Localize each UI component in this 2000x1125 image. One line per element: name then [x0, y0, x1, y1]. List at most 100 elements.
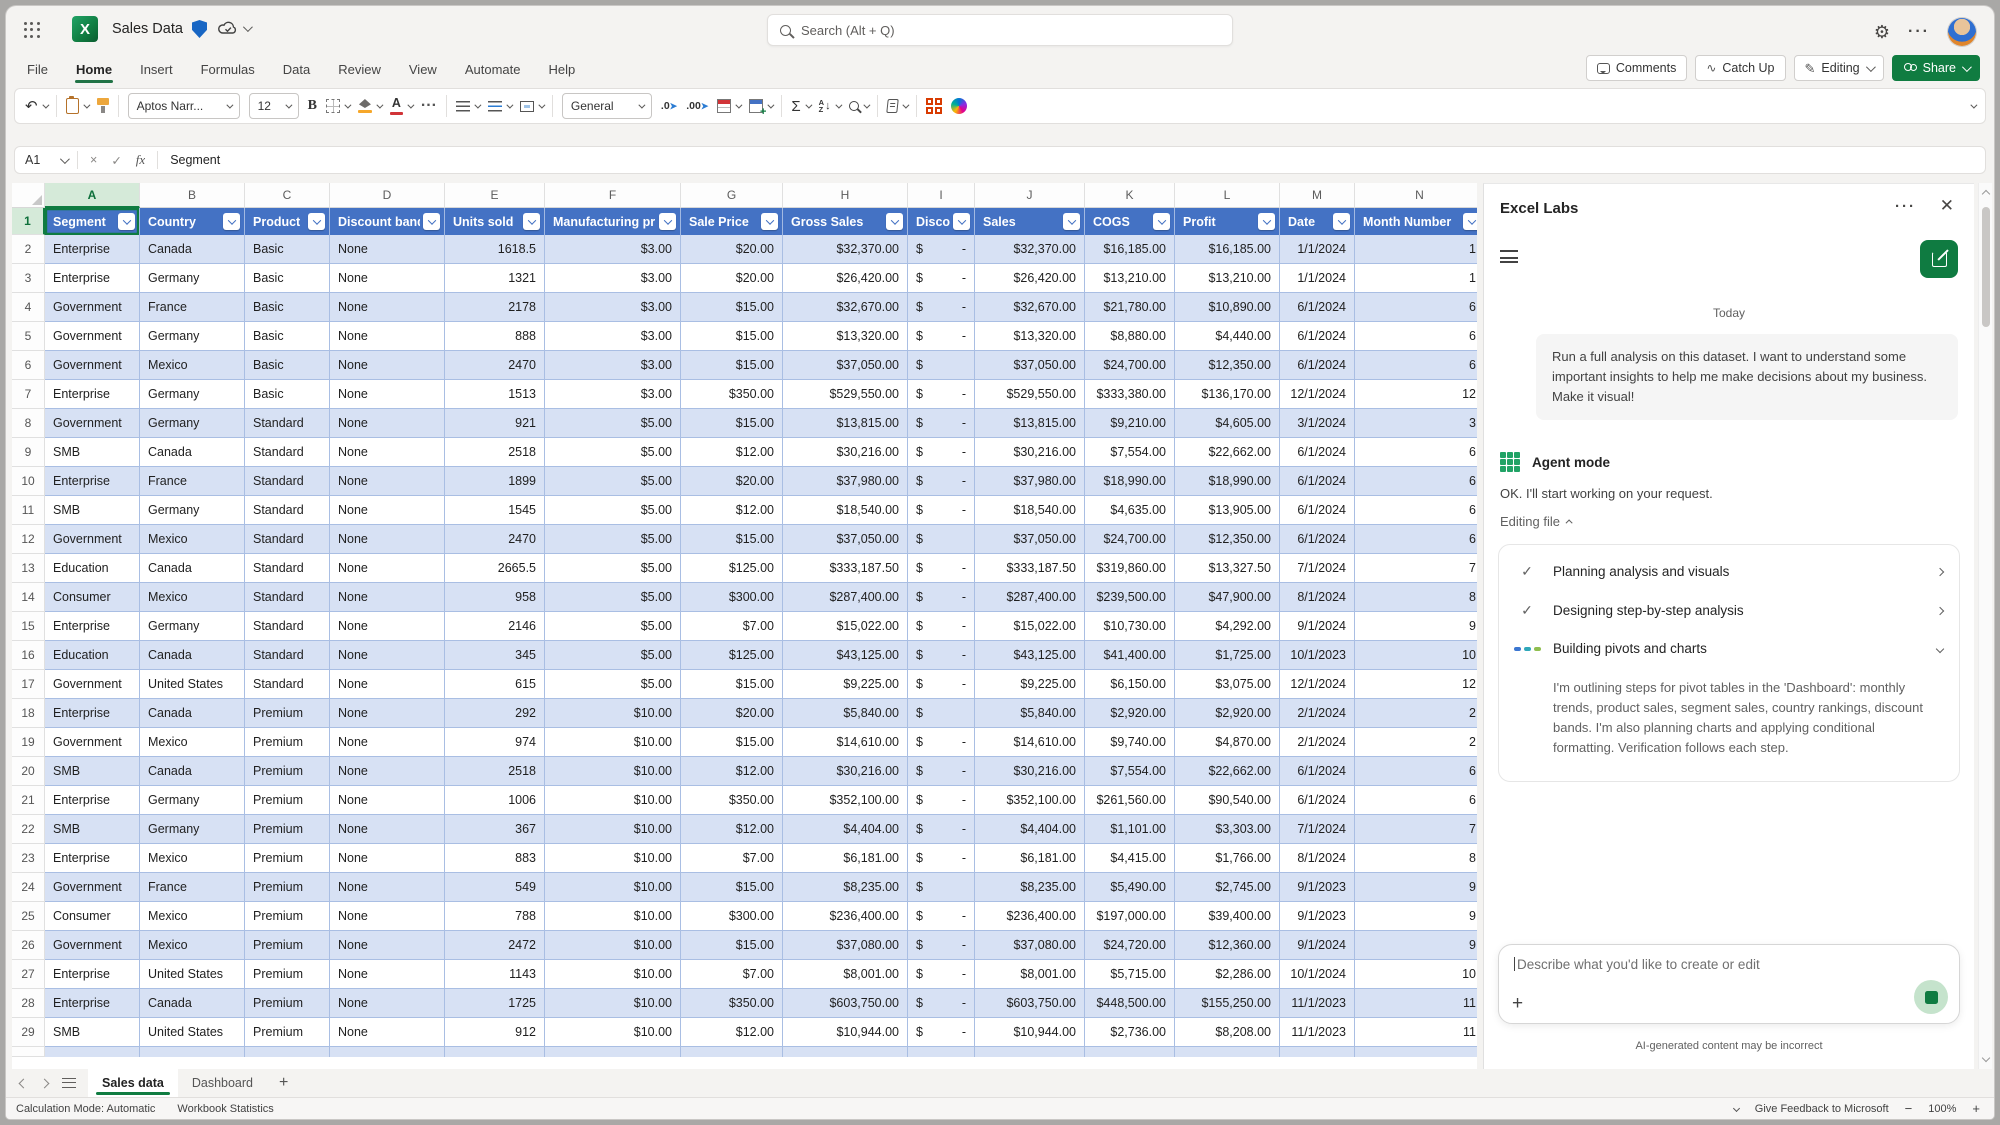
row-header-24[interactable]: 24	[12, 873, 45, 902]
table-cell[interactable]: 974	[445, 728, 545, 757]
table-cell[interactable]: Mexico	[140, 844, 245, 873]
user-avatar[interactable]	[1948, 18, 1976, 46]
table-cell[interactable]: 6/1/2024	[1280, 438, 1355, 467]
row-header-19[interactable]: 19	[12, 728, 45, 757]
table-cell[interactable]: 1725	[445, 989, 545, 1018]
table-cell[interactable]: $ -	[908, 960, 975, 989]
ribbon-tab-insert[interactable]: Insert	[139, 58, 174, 81]
table-cell[interactable]: $3.00	[545, 264, 681, 293]
table-cell[interactable]: 2/1/2024	[1280, 728, 1355, 757]
table-cell[interactable]: None	[330, 235, 445, 264]
table-cell[interactable]: $1,101.00	[1085, 815, 1175, 844]
table-cell[interactable]: 9	[1355, 612, 1477, 641]
table-cell[interactable]: $4,415.00	[1085, 844, 1175, 873]
table-cell[interactable]: $12.00	[681, 438, 783, 467]
table-cell[interactable]: $20.00	[681, 467, 783, 496]
table-cell[interactable]: $32,370.00	[783, 235, 908, 264]
column-header-H[interactable]: H	[783, 183, 908, 208]
table-cell[interactable]: $ -	[908, 815, 975, 844]
table-cell[interactable]: $ -	[908, 264, 975, 293]
table-cell[interactable]: Enterprise	[45, 612, 140, 641]
table-cell[interactable]: 11	[1355, 1018, 1477, 1047]
table-cell[interactable]: 2472	[445, 931, 545, 960]
next-sheet-icon[interactable]	[39, 1078, 50, 1088]
table-cell[interactable]: $26,420.00	[783, 264, 908, 293]
ribbon-tab-automate[interactable]: Automate	[464, 58, 522, 81]
font-size-select[interactable]: 12	[248, 93, 299, 119]
feedback-link[interactable]: Give Feedback to Microsoft	[1755, 1103, 1889, 1115]
table-cell[interactable]: Germany	[140, 409, 245, 438]
table-cell[interactable]: None	[330, 757, 445, 786]
column-header-C[interactable]: C	[245, 183, 330, 208]
table-cell[interactable]: 7/1/2024	[1280, 815, 1355, 844]
table-cell[interactable]: $12.00	[681, 1018, 783, 1047]
table-cell[interactable]: None	[330, 786, 445, 815]
table-cell[interactable]: $5.00	[545, 641, 681, 670]
table-cell[interactable]: 12/1/2024	[1280, 380, 1355, 409]
table-cell[interactable]: $30,216.00	[975, 438, 1085, 467]
table-cell[interactable]: $529,550.00	[783, 380, 908, 409]
table-cell[interactable]: $529,550.00	[975, 380, 1085, 409]
table-cell[interactable]: None	[330, 409, 445, 438]
sensitivity-button[interactable]	[885, 99, 910, 113]
table-cell[interactable]: $7,554.00	[1085, 438, 1175, 467]
table-cell[interactable]: Education	[45, 641, 140, 670]
table-cell[interactable]: $5.00	[545, 583, 681, 612]
column-header-F[interactable]: F	[545, 183, 681, 208]
table-cell[interactable]: $10.00	[545, 989, 681, 1018]
table-cell[interactable]: Premium	[245, 815, 330, 844]
find-button[interactable]	[848, 101, 871, 111]
table-cell[interactable]: $15.00	[681, 322, 783, 351]
table-cell[interactable]: $10,890.00	[1175, 293, 1280, 322]
table-cell[interactable]: $10.00	[545, 757, 681, 786]
table-cell[interactable]: $12,360.00	[1175, 931, 1280, 960]
table-cell[interactable]: Government	[45, 322, 140, 351]
table-cell[interactable]: $2,745.00	[1175, 873, 1280, 902]
table-cell[interactable]: $90,540.00	[1175, 786, 1280, 815]
row-header-13[interactable]: 13	[12, 554, 45, 583]
table-cell[interactable]: $8,235.00	[783, 873, 908, 902]
table-cell[interactable]: $32,670.00	[783, 293, 908, 322]
table-cell[interactable]: Enterprise	[45, 786, 140, 815]
table-cell[interactable]: $14,610.00	[975, 728, 1085, 757]
filter-dropdown-icon[interactable]	[1258, 213, 1275, 230]
table-cell[interactable]: None	[330, 525, 445, 554]
row-header-16[interactable]: 16	[12, 641, 45, 670]
confirm-entry-button[interactable]: ✓	[111, 153, 121, 168]
row-header-23[interactable]: 23	[12, 844, 45, 873]
stop-generating-button[interactable]	[1914, 980, 1948, 1014]
copilot-button[interactable]	[950, 98, 967, 114]
editing-file-toggle[interactable]: Editing file	[1500, 514, 1573, 529]
table-cell[interactable]: 6	[1355, 757, 1477, 786]
table-cell[interactable]: $10,944.00	[783, 1018, 908, 1047]
vertical-scrollbar[interactable]	[1978, 183, 1992, 1069]
table-cell[interactable]: Standard	[245, 583, 330, 612]
fill-color-button[interactable]	[357, 99, 384, 113]
table-cell[interactable]: None	[330, 960, 445, 989]
agent-step[interactable]: Building pivots and charts	[1513, 641, 1945, 656]
table-cell[interactable]: 2	[1355, 699, 1477, 728]
table-cell[interactable]: Standard	[245, 554, 330, 583]
table-cell[interactable]: $8,001.00	[975, 960, 1085, 989]
table-cell[interactable]: Enterprise	[45, 960, 140, 989]
table-cell[interactable]: $15,022.00	[783, 612, 908, 641]
table-cell[interactable]: Standard	[245, 641, 330, 670]
table-cell[interactable]: $15.00	[681, 409, 783, 438]
table-cell[interactable]: $	[908, 873, 975, 902]
prev-sheet-icon[interactable]	[18, 1078, 29, 1088]
table-cell[interactable]: $21,780.00	[1085, 293, 1175, 322]
table-cell[interactable]: $43,125.00	[783, 641, 908, 670]
increase-decimal-button[interactable]: .0➤	[661, 100, 677, 112]
table-cell[interactable]: $16,185.00	[1175, 235, 1280, 264]
table-cell[interactable]: $37,050.00	[783, 351, 908, 380]
table-cell[interactable]: $ -	[908, 322, 975, 351]
editing-mode-button[interactable]: ✎ Editing	[1793, 55, 1884, 81]
column-header-L[interactable]: L	[1175, 183, 1280, 208]
table-header-cell[interactable]: Country	[140, 208, 245, 235]
sheet-tab-sales-data[interactable]: Sales data	[88, 1069, 178, 1097]
table-cell[interactable]: $37,050.00	[783, 525, 908, 554]
more-options-icon[interactable]: ···	[1908, 23, 1930, 41]
table-cell[interactable]: $9,225.00	[975, 670, 1085, 699]
table-cell[interactable]: $300.00	[681, 583, 783, 612]
table-cell[interactable]: $2,920.00	[1175, 699, 1280, 728]
